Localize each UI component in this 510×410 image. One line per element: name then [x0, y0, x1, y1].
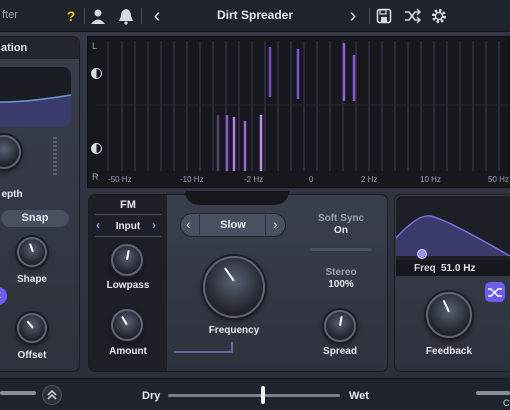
fm-title: FM [120, 199, 136, 211]
soft-sync-label: Soft Sync [317, 213, 365, 224]
lfo-shape-preview [0, 67, 71, 127]
randomize-icon[interactable] [403, 7, 421, 25]
randomize-filter-icon[interactable] [485, 282, 505, 302]
preset-browser-label[interactable]: fter [2, 9, 18, 21]
fm-amount-knob[interactable] [111, 309, 143, 341]
frequency-tick: 0 [309, 175, 314, 184]
shape-knob[interactable] [17, 237, 47, 267]
rate-prev-button[interactable]: ‹ [186, 216, 191, 232]
user-icon[interactable] [89, 7, 107, 25]
modulation-panel: ation epth Snap Shape 2 Offset [0, 36, 80, 372]
frequency-label: Frequency [208, 325, 260, 336]
lowpass-label: Lowpass [106, 280, 150, 291]
fm-source-next-button[interactable]: › [152, 218, 156, 232]
frequency-tick: -10 Hz [180, 175, 204, 184]
collapse-chevron-icon[interactable] [42, 385, 62, 405]
frequency-tick: -50 Hz [108, 175, 132, 184]
save-icon[interactable] [375, 7, 393, 25]
fm-source-value[interactable]: Input [106, 221, 150, 232]
shape-label: Shape [16, 274, 47, 285]
frequency-mod-line [174, 342, 233, 353]
wet-label: Wet [349, 390, 369, 402]
filter-curve-display[interactable] [396, 196, 510, 260]
divider [95, 236, 161, 237]
freq-readout-value[interactable]: 51.0 Hz [441, 263, 475, 274]
frequency-tick: 2 Hz [361, 175, 378, 184]
frequency-tick: 50 Hz [488, 175, 509, 184]
divider [310, 248, 372, 251]
dry-wet-slider-thumb[interactable] [260, 386, 265, 404]
fm-amount-label: Amount [109, 346, 147, 357]
right-channel-label: R [92, 172, 99, 182]
modulation-badge[interactable]: 2 [0, 287, 7, 305]
snap-button[interactable]: Snap [1, 210, 69, 227]
stereo-value[interactable]: 100% [308, 279, 374, 290]
spectrum-display[interactable]: L R -50 Hz -10 Hz -2 Hz 0 2 Hz 10 Hz 50 … [87, 36, 510, 188]
preset-name[interactable]: Dirt Spreader [170, 8, 340, 22]
left-channel-label: L [92, 41, 98, 51]
soft-sync-value[interactable]: On [308, 225, 374, 236]
dry-label: Dry [142, 390, 161, 402]
frequency-tick: -2 Hz [244, 175, 264, 184]
spectrum-lines [96, 41, 508, 171]
help-icon[interactable]: ? [61, 0, 81, 32]
offset-knob[interactable] [17, 313, 47, 343]
panel-notch [185, 191, 289, 205]
right-slider-label: C [503, 398, 510, 408]
feedback-label: Feedback [425, 346, 473, 357]
divider [84, 8, 85, 24]
frequency-knob[interactable] [203, 256, 265, 318]
previous-preset-button[interactable]: ‹ [147, 0, 167, 32]
frequency-tick: 10 Hz [420, 175, 441, 184]
depth-knob[interactable] [0, 135, 21, 169]
modulation-title: ation [1, 42, 28, 54]
dry-wet-slider-track[interactable] [168, 394, 340, 397]
phase-left-icon[interactable] [91, 68, 102, 79]
grip-handle[interactable] [53, 137, 57, 177]
rate-next-button[interactable]: › [273, 216, 278, 232]
right-slider[interactable] [476, 391, 510, 395]
next-preset-button[interactable]: › [343, 0, 363, 32]
offset-label: Offset [17, 350, 47, 361]
divider [369, 8, 370, 24]
spread-knob[interactable] [324, 310, 356, 342]
bell-icon[interactable] [117, 7, 135, 25]
phase-right-icon[interactable] [91, 143, 102, 154]
divider [95, 214, 161, 215]
top-bar: fter ? ‹ Dirt Spreader › [0, 0, 510, 32]
output-slider[interactable] [0, 391, 36, 395]
fm-source-prev-button[interactable]: ‹ [96, 218, 100, 232]
divider [141, 8, 142, 24]
settings-gear-icon[interactable] [430, 7, 448, 25]
spread-label: Spread [323, 346, 357, 357]
rate-value: Slow [220, 219, 246, 231]
freq-readout-label: Freq [414, 263, 436, 274]
filter-handle[interactable] [417, 249, 427, 259]
stereo-label: Stereo [325, 267, 357, 278]
lowpass-knob[interactable] [111, 244, 143, 276]
feedback-knob[interactable] [426, 292, 472, 338]
depth-label: epth [1, 189, 23, 200]
